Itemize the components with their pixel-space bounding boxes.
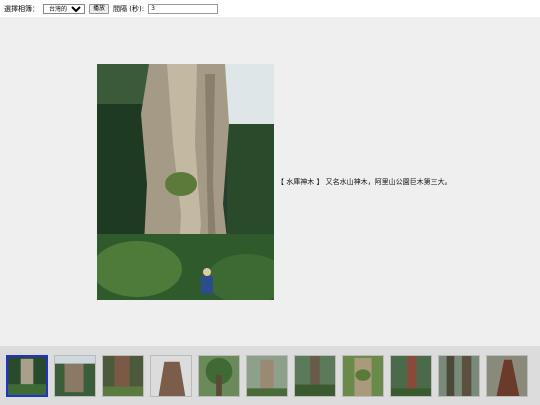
interval-label: 間隔 (秒): — [113, 4, 145, 13]
thumbnail-8[interactable] — [342, 354, 384, 397]
thumbnail-4[interactable] — [150, 354, 192, 397]
viewer-stage: 【 水庫神木 】 又名水山神木，阿里山公園巨木第三大。 — [0, 17, 540, 346]
thumbnail-10[interactable] — [438, 354, 480, 397]
giant-tree-image — [97, 64, 274, 300]
play-button[interactable]: 播放 — [89, 3, 110, 14]
interval-input[interactable] — [148, 3, 219, 14]
thumbnail-7[interactable] — [294, 354, 336, 397]
album-label: 選擇相簿： — [4, 4, 39, 13]
thumbnail-2[interactable] — [54, 354, 96, 397]
thumbnail-5[interactable] — [198, 354, 240, 397]
thumbnail-9[interactable] — [390, 354, 432, 397]
album-select[interactable]: 台灣的巨木 — [43, 3, 85, 14]
photo-caption: 【 水庫神木 】 又名水山神木，阿里山公園巨木第三大。 — [277, 178, 452, 186]
main-photo — [97, 64, 274, 300]
thumbnail-3[interactable] — [102, 354, 144, 397]
toolbar: 選擇相簿： 台灣的巨木 播放 間隔 (秒): — [0, 0, 540, 17]
thumbnail-strip — [0, 346, 540, 405]
thumbnail-6[interactable] — [246, 354, 288, 397]
thumbnail-11[interactable] — [486, 354, 528, 397]
thumbnail-1[interactable] — [6, 354, 48, 397]
